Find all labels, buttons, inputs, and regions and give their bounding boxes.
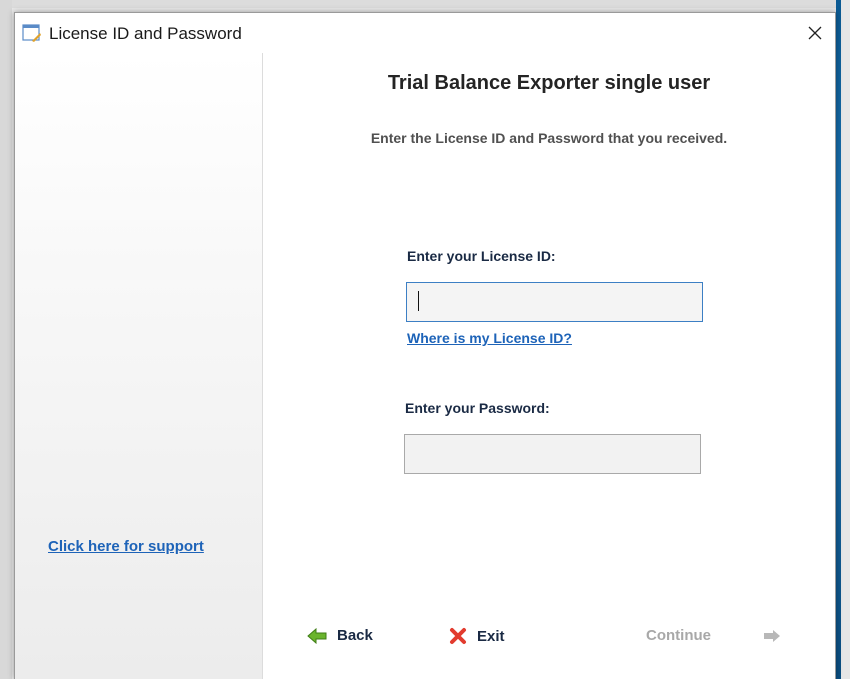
license-id-help-link[interactable]: Where is my License ID? [407,330,572,346]
continue-button[interactable]: Continue [646,627,781,644]
close-icon [808,26,822,40]
sidebar: Click here for support [15,53,263,679]
support-link[interactable]: Click here for support [48,538,204,555]
continue-arrow-icon [764,629,780,642]
app-window-icon [22,24,41,42]
back-arrow-icon [307,627,327,644]
back-button[interactable]: Back [307,627,373,644]
exit-label: Exit [477,627,505,645]
continue-label: Continue [646,627,711,644]
password-label: Enter your Password: [405,400,550,416]
close-button[interactable] [795,13,835,53]
back-label: Back [337,627,373,644]
license-id-field[interactable] [406,282,703,322]
license-dialog: License ID and Password Click here for s… [14,12,836,679]
license-id-label: Enter your License ID: [407,248,556,264]
text-caret [418,291,419,311]
desktop-left-edge [0,0,12,679]
window-title: License ID and Password [49,24,242,43]
main-panel: Trial Balance Exporter single user Enter… [263,53,835,679]
page-subtitle: Enter the License ID and Password that y… [370,130,728,146]
page-title: Trial Balance Exporter single user [387,72,711,94]
exit-x-icon [450,628,466,644]
title-bar: License ID and Password [15,13,835,53]
exit-button[interactable]: Exit [449,627,505,645]
desktop-right-edge [836,0,850,679]
password-field[interactable] [404,434,701,474]
desktop-top-edge [0,0,850,8]
